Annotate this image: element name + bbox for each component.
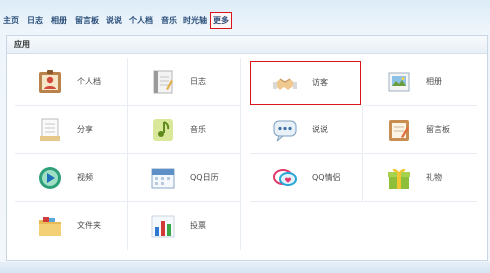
nav-item-music[interactable]: 音乐 — [161, 12, 177, 30]
app-video[interactable]: 视频 — [15, 154, 128, 202]
app-label: 相册 — [426, 77, 442, 86]
app-blog[interactable]: 日志 — [128, 58, 241, 106]
app-label: 礼物 — [426, 173, 442, 182]
panel-title: 应用 — [7, 36, 487, 54]
music-note-icon — [153, 119, 173, 141]
nav-item-message-board[interactable]: 留言板 — [75, 12, 99, 30]
app-message-board[interactable]: 留言板 — [364, 106, 477, 154]
nav-item-shuoshuo[interactable]: 说说 — [106, 12, 122, 30]
bar-chart-vote-icon — [151, 215, 175, 238]
nav-item-blog[interactable]: 日志 — [27, 12, 43, 30]
nav-item-timeline[interactable]: 时光轴 — [183, 12, 207, 30]
top-navigation: 主页 日志 相册 留言板 说说 个人档 音乐 时光轴 更多 — [0, 12, 490, 30]
calendar-icon — [151, 168, 175, 189]
app-folder[interactable]: 文件夹 — [15, 202, 128, 250]
message-board-icon — [389, 120, 409, 141]
app-label: 分享 — [77, 125, 93, 134]
gift-box-icon — [388, 168, 410, 189]
couple-chat-icon — [273, 169, 297, 186]
photo-album-icon — [388, 72, 410, 92]
nav-item-home[interactable]: 主页 — [3, 12, 19, 30]
speech-bubble-icon — [273, 120, 297, 142]
app-label: 视频 — [77, 173, 93, 182]
nav-item-profile[interactable]: 个人档 — [129, 12, 153, 30]
app-album[interactable]: 相册 — [364, 58, 477, 106]
app-label: 个人档 — [77, 77, 101, 86]
app-label: QQ日历 — [190, 173, 219, 182]
folder-icon — [39, 217, 61, 236]
app-qq-couple[interactable]: QQ情侣 — [250, 154, 363, 202]
app-gift[interactable]: 礼物 — [364, 154, 477, 202]
app-label: 说说 — [312, 125, 328, 134]
app-shuoshuo[interactable]: 说说 — [250, 106, 363, 154]
notebook-icon — [153, 70, 173, 94]
app-profile[interactable]: 个人档 — [15, 58, 128, 106]
profile-card-icon — [39, 70, 61, 93]
app-label: 文件夹 — [77, 221, 101, 230]
app-visitors[interactable]: 访客 — [250, 61, 361, 105]
play-video-icon — [39, 167, 61, 189]
apps-panel: 应用 个人档 日志 访客 相册 分享 音乐 说说 留言板 视频 QQ日历 QQ情… — [6, 35, 488, 261]
app-share[interactable]: 分享 — [15, 106, 128, 154]
app-music[interactable]: 音乐 — [128, 106, 241, 154]
app-qq-calendar[interactable]: QQ日历 — [128, 154, 241, 202]
nav-item-album[interactable]: 相册 — [51, 12, 67, 30]
document-share-icon — [40, 118, 60, 141]
app-vote[interactable]: 投票 — [128, 202, 241, 250]
app-label: 投票 — [190, 221, 206, 230]
app-label: 留言板 — [426, 125, 450, 134]
app-label: 访客 — [312, 78, 328, 87]
handshake-icon — [273, 78, 297, 90]
nav-item-more[interactable]: 更多 — [210, 12, 232, 29]
app-label: QQ情侣 — [312, 173, 341, 182]
page-bottom-background — [0, 262, 490, 273]
app-label: 音乐 — [190, 125, 206, 134]
app-label: 日志 — [190, 77, 206, 86]
